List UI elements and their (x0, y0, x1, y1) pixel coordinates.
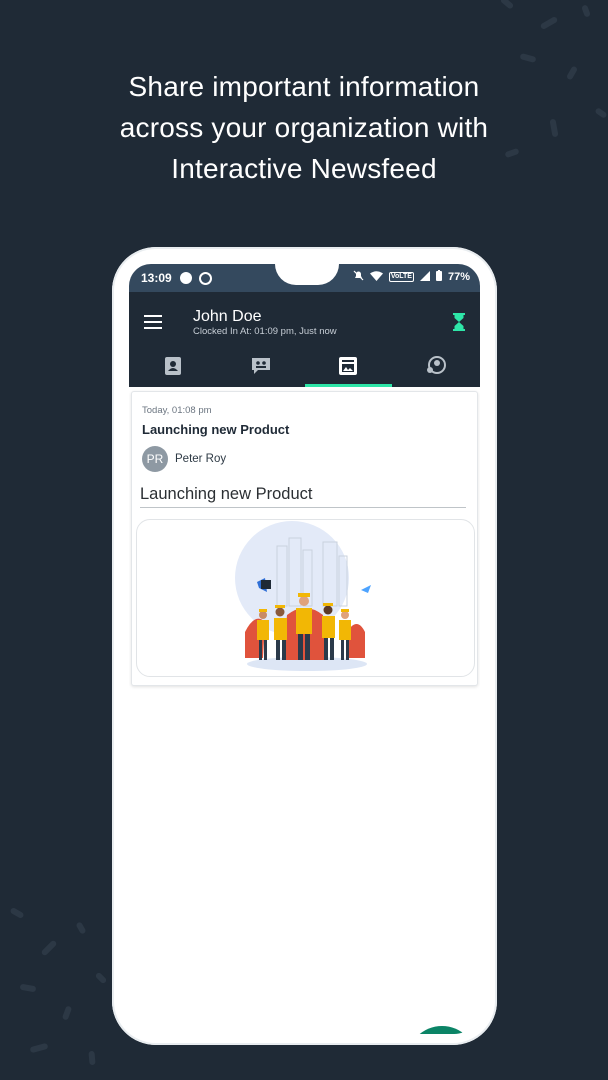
notification-dot-icon (180, 272, 192, 284)
clocked-in-status: Clocked In At: 01:09 pm, Just now (193, 326, 337, 337)
headline-line-3: Interactive Newsfeed (171, 153, 437, 184)
sync-icon (199, 272, 212, 285)
contacts-icon (163, 356, 183, 381)
post-date: Today, 01:08 pm (142, 405, 212, 416)
status-bar: 13:09 VoLTE 77% (129, 264, 480, 292)
team-icon (425, 355, 447, 381)
status-time: 13:09 (141, 271, 172, 285)
battery-icon (435, 270, 442, 284)
post-title: Launching new Product (142, 422, 290, 437)
workers-launch-illustration (235, 521, 371, 671)
post-card[interactable]: Today, 01:08 pm Launching new Product PR… (131, 391, 478, 686)
avatar: PR (142, 446, 168, 472)
menu-icon[interactable] (144, 315, 162, 329)
mute-icon (353, 270, 364, 284)
status-icons: VoLTE 77% (353, 270, 470, 284)
wifi-icon (369, 270, 383, 284)
tab-chat[interactable] (217, 349, 305, 387)
newsfeed-icon (338, 356, 358, 381)
tab-bar (129, 349, 480, 387)
promo-headline: Share important information across your … (0, 66, 608, 189)
tab-contacts[interactable] (129, 349, 217, 387)
post-image[interactable] (136, 519, 475, 677)
walkie-talkie-button[interactable] (407, 1026, 477, 1034)
newsfeed-content: Today, 01:08 pm Launching new Product PR… (129, 387, 480, 1034)
post-body-heading: Launching new Product (140, 485, 466, 508)
author-name: Peter Roy (175, 453, 227, 465)
volte-badge: VoLTE (388, 272, 414, 282)
phone-screen: 13:09 VoLTE 77% John Doe Clocked In At: … (129, 264, 480, 1034)
tab-team[interactable] (392, 349, 480, 387)
battery-percent: 77% (447, 271, 470, 283)
hourglass-icon[interactable] (453, 313, 465, 336)
signal-icon (419, 270, 430, 284)
camera-notch (275, 264, 339, 285)
tab-newsfeed[interactable] (304, 349, 393, 387)
app-bar: John Doe Clocked In At: 01:09 pm, Just n… (129, 292, 480, 387)
headline-line-1: Share important information (128, 71, 480, 102)
chat-icon (250, 356, 272, 381)
headline-line-2: across your organization with (119, 112, 489, 143)
user-name: John Doe (193, 308, 262, 325)
